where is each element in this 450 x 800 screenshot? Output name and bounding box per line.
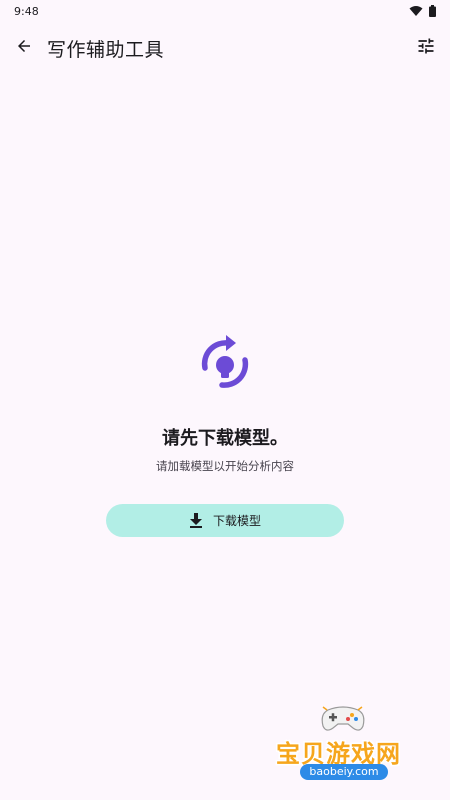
status-bar: 9:48 <box>0 0 450 22</box>
back-button[interactable] <box>12 34 36 58</box>
gamepad-icon <box>321 706 365 731</box>
tune-icon <box>418 38 434 54</box>
page-title: 写作辅助工具 <box>47 39 165 61</box>
status-icons <box>409 5 436 17</box>
empty-state-title: 请先下载模型。 <box>162 428 288 449</box>
status-time: 9:48 <box>14 4 39 18</box>
empty-state-subtitle: 请加载模型以开始分析内容 <box>156 459 294 473</box>
battery-icon <box>429 5 436 17</box>
download-icon <box>189 513 202 528</box>
wifi-icon <box>409 6 423 16</box>
download-button-label: 下载模型 <box>212 514 261 528</box>
arrow-back-icon <box>18 40 30 52</box>
watermark-url: baobeiy.com <box>300 764 388 780</box>
watermark-logo: 宝贝游戏网 baobeiy.com <box>272 700 422 792</box>
app-bar: 写作辅助工具 <box>0 24 450 70</box>
settings-button[interactable] <box>414 34 438 58</box>
bulb-refresh-icon <box>201 335 249 388</box>
download-model-button[interactable]: 下载模型 <box>106 504 344 537</box>
